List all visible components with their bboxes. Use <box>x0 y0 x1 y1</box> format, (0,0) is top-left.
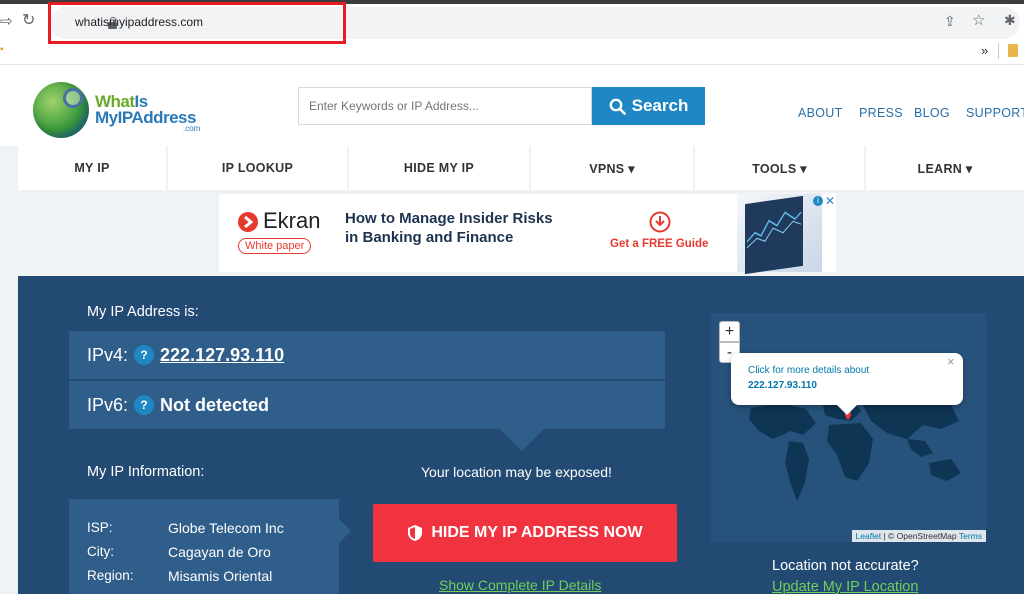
info-arrow <box>339 519 351 543</box>
ipv6-row: IPv6: ? Not detected <box>69 381 665 429</box>
terms-link[interactable]: Terms <box>959 531 982 541</box>
magnifier-icon <box>63 88 83 108</box>
share-icon[interactable]: ⇪ <box>944 14 956 28</box>
leaflet-link[interactable]: Leaflet <box>856 531 882 541</box>
popup-line-2: 222.127.93.110 <box>748 380 817 391</box>
search-button[interactable]: Search <box>592 87 705 125</box>
nav-hide-my-ip[interactable]: HIDE MY IP <box>349 146 529 190</box>
hide-button-label: HIDE MY IP ADDRESS NOW <box>431 524 643 541</box>
divider <box>998 43 999 59</box>
reload-icon[interactable]: ↻ <box>22 13 35 29</box>
ad-headline-2: in Banking and Finance <box>345 229 514 246</box>
ip-hero-panel: My IP Address is: IPv4: ? 222.127.93.110… <box>18 276 1024 595</box>
info-value: Misamis Oriental <box>168 568 273 584</box>
my-ip-label: My IP Address is: <box>87 304 199 320</box>
ipv4-row: IPv4: ? 222.127.93.110 <box>69 331 665 379</box>
link-support[interactable]: SUPPORT <box>966 106 1024 120</box>
info-key: City: <box>87 544 114 559</box>
popup-close-icon[interactable]: × <box>947 354 955 369</box>
info-key: ISP: <box>87 520 113 535</box>
map-attribution: Leaflet | © OpenStreetMap Terms <box>851 530 986 542</box>
ad-headline-1: How to Manage Insider Risks <box>345 210 553 227</box>
ipv4-value[interactable]: 222.127.93.110 <box>160 345 284 366</box>
ad-cta: Get a FREE Guide <box>610 238 709 250</box>
popup-line-1: Click for more details about <box>748 365 870 376</box>
extensions-icon[interactable]: ✱ <box>1004 13 1016 27</box>
search-icon <box>609 98 626 115</box>
bookmark-folder-icon[interactable]: ▪ <box>0 45 4 55</box>
location-map[interactable]: + - Click for more details about 222.127… <box>711 313 986 542</box>
bookmarks-overflow-icon[interactable]: » <box>981 43 988 58</box>
link-blog[interactable]: BLOG <box>914 106 950 120</box>
logo-text-myipaddress: MyIPAddress <box>95 108 196 127</box>
map-popup[interactable]: Click for more details about 222.127.93.… <box>731 353 963 415</box>
info-key: Region: <box>87 568 134 583</box>
hide-my-ip-button[interactable]: HIDE MY IP ADDRESS NOW <box>373 504 677 562</box>
help-icon[interactable]: ? <box>134 395 155 415</box>
link-about[interactable]: ABOUT <box>798 106 843 120</box>
search-button-label: Search <box>631 96 689 115</box>
nav-my-ip[interactable]: MY IP <box>18 146 166 190</box>
ipv6-label: IPv6: <box>87 394 129 415</box>
nav-learn[interactable]: LEARN ▾ <box>866 146 1024 190</box>
location-not-accurate: Location not accurate? <box>772 558 919 574</box>
osm-attribution: | © OpenStreetMap <box>881 531 959 541</box>
ad-close-icon[interactable]: ✕ <box>825 194 835 208</box>
ipv4-label: IPv4: <box>87 344 129 365</box>
ipv6-value: Not detected <box>160 394 270 415</box>
download-circle-icon <box>649 211 671 233</box>
nav-tools[interactable]: TOOLS ▾ <box>695 146 864 190</box>
link-press[interactable]: PRESS <box>859 106 903 120</box>
site-header: WhatIs MyIPAddress .com Search ABOUT PRE… <box>0 66 1024 146</box>
exposed-warning: Your location may be exposed! <box>421 464 612 480</box>
shield-icon <box>408 525 423 541</box>
update-location-link[interactable]: Update My IP Location <box>772 579 918 595</box>
bookmark-star-icon[interactable]: ☆ <box>972 13 985 28</box>
ad-info-icon[interactable]: i <box>813 196 823 206</box>
ad-badge: White paper <box>238 238 312 254</box>
info-value: Globe Telecom Inc <box>168 520 284 536</box>
main-nav: MY IP IP LOOKUP HIDE MY IP VPNS ▾ TOOLS … <box>18 146 1024 190</box>
nav-vpns[interactable]: VPNS ▾ <box>531 146 693 190</box>
logo-text-com: .com <box>183 124 201 133</box>
ip-info-table: ISP: Globe Telecom Inc City: Cagayan de … <box>69 499 339 594</box>
url-highlight-box <box>48 2 346 44</box>
ad-banner[interactable]: Ekran White paper How to Manage Insider … <box>219 194 836 275</box>
site-logo[interactable]: WhatIs MyIPAddress .com <box>33 82 213 142</box>
other-bookmarks-icon[interactable] <box>1008 44 1018 57</box>
help-icon[interactable]: ? <box>134 345 155 365</box>
ekran-logo-icon <box>238 212 258 232</box>
ip-info-label: My IP Information: <box>87 464 205 480</box>
nav-ip-lookup[interactable]: IP LOOKUP <box>168 146 347 190</box>
pointer-triangle <box>500 429 544 451</box>
forward-arrow-icon[interactable]: ⇨ <box>0 14 13 29</box>
info-value: Cagayan de Oro <box>168 544 271 560</box>
ad-brand: Ekran <box>263 208 321 233</box>
ad-booklet-image <box>737 194 822 275</box>
page: WhatIs MyIPAddress .com Search ABOUT PRE… <box>0 66 1024 595</box>
globe-icon <box>33 82 89 138</box>
show-details-link[interactable]: Show Complete IP Details <box>439 577 601 593</box>
world-map-shapes <box>749 397 961 501</box>
zoom-in-button[interactable]: + <box>719 321 740 342</box>
search-input[interactable] <box>298 87 592 125</box>
